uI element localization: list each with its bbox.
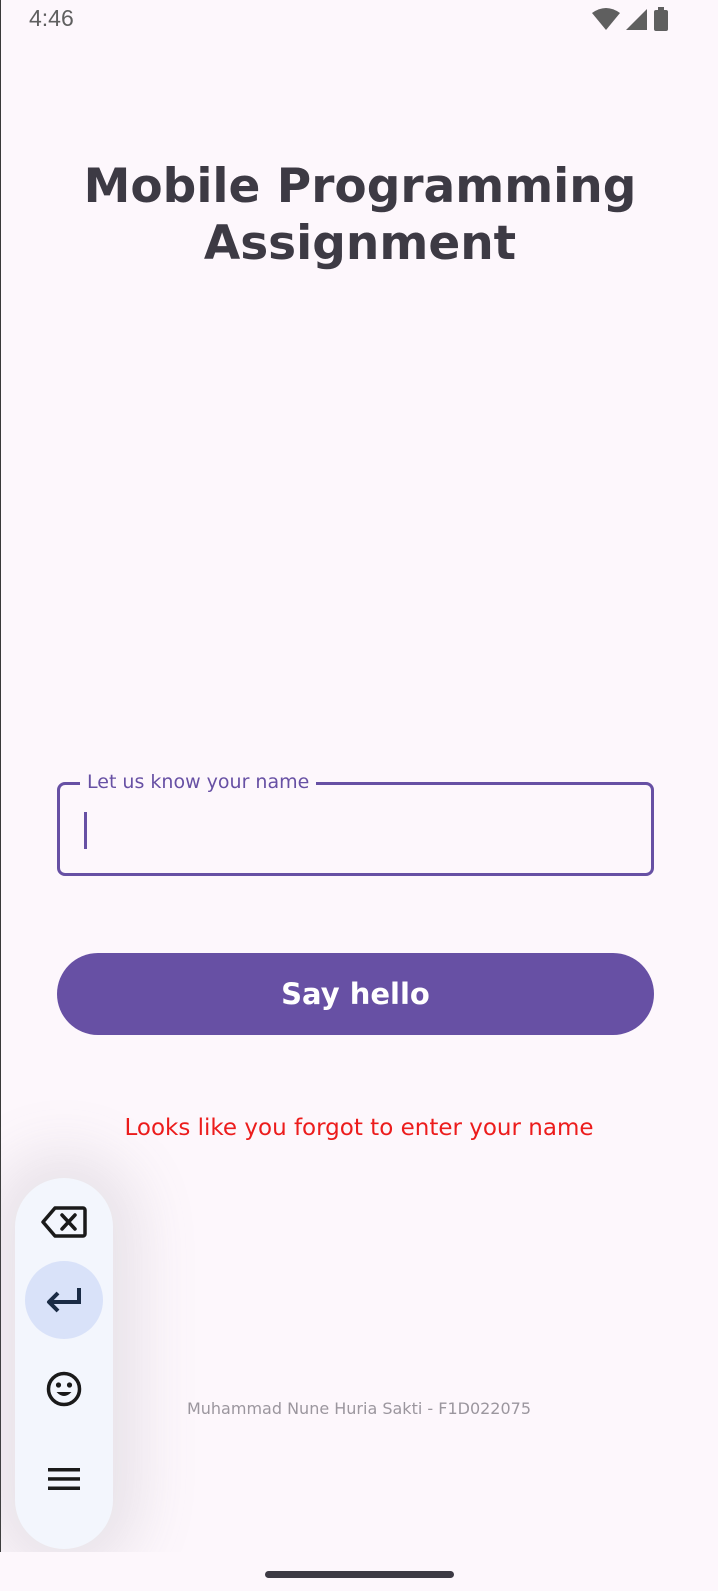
status-time: 4:46: [29, 5, 74, 31]
wifi-icon: [592, 8, 620, 30]
emoji-button[interactable]: [25, 1350, 103, 1428]
page-title: Mobile Programming Assignment: [83, 159, 637, 271]
enter-icon: [47, 1288, 81, 1313]
status-bar: 4:46: [0, 0, 718, 40]
error-message: Looks like you forgot to enter your name: [124, 1115, 594, 1141]
menu-button[interactable]: [25, 1440, 103, 1518]
menu-icon: [48, 1468, 80, 1490]
backspace-button[interactable]: [25, 1183, 103, 1261]
backspace-icon: [41, 1206, 87, 1238]
battery-icon: [654, 7, 668, 31]
name-input-label: Let us know your name: [80, 771, 317, 793]
status-icons: [592, 7, 668, 31]
name-input[interactable]: [57, 782, 654, 876]
keyboard-floating-toolbar: [15, 1178, 113, 1549]
home-indicator[interactable]: [265, 1571, 454, 1578]
cellular-signal-icon: [626, 9, 647, 30]
say-hello-button[interactable]: Say hello: [57, 953, 654, 1035]
enter-button[interactable]: [25, 1261, 103, 1339]
text-cursor: [84, 812, 87, 849]
emoji-icon: [46, 1371, 82, 1407]
screen-edge: [0, 0, 1, 1552]
